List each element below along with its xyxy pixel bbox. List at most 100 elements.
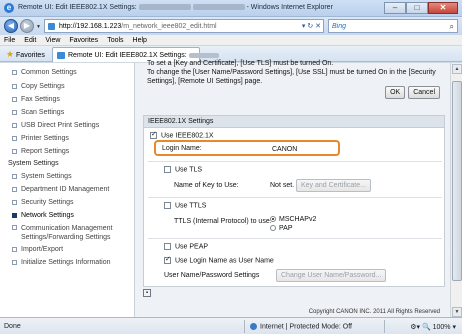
key-certificate-button[interactable]: Key and Certificate... [296,179,371,192]
refresh-stop-icons[interactable]: ▾ ↻ ✕ [302,22,321,30]
globe-icon [250,323,257,330]
menu-help[interactable]: Help [133,35,147,45]
sidebar-item-label: Printer Settings [21,135,69,142]
sidebar-item-label: Network Settings [21,212,74,219]
dialog-buttons: OK Cancel [385,86,440,99]
sidebar-item-common-settings[interactable]: Common Settings [12,69,77,76]
scroll-down-icon[interactable]: ▼ [452,307,462,317]
cancel-button[interactable]: Cancel [408,86,440,99]
bullet-icon [12,96,17,102]
url-field[interactable]: http://192.168.1.223/m_network_ieee802_e… [44,19,324,33]
search-placeholder: Bing [332,23,347,30]
scroll-thumb[interactable] [452,81,462,281]
bullet-icon [12,83,17,89]
nav-dropdown-icon[interactable]: ▼ [36,24,41,30]
tab-label: Remote UI: Edit IEEE802.1X Settings: [68,52,219,59]
status-bar: Done Internet | Protected Mode: Off ⚙▾ 🔍… [0,317,462,334]
sidebar-item-label: Common Settings [21,69,77,76]
ok-button[interactable]: OK [385,86,406,99]
sidebar-item-initialize-settings[interactable]: Initialize Settings Information [12,259,111,266]
sidebar-item-label: Communication Management [21,225,113,232]
title-bar: e Remote UI: Edit IEEE802.1X Settings: -… [0,0,462,17]
sidebar-item-scan-settings[interactable]: Scan Settings [12,109,64,116]
bullet-icon [12,259,17,265]
use-ttls-checkbox[interactable] [164,202,171,209]
use-ttls-row: Use TTLS [164,202,206,209]
sidebar-item-printer-settings[interactable]: Printer Settings [12,135,69,142]
window-controls: – □ ✕ [384,2,458,14]
use-tls-checkbox[interactable] [164,166,171,173]
forward-button[interactable]: ▶ [20,19,34,33]
vertical-scrollbar[interactable]: ▲ ▼ [450,63,462,318]
sidebar-item-usb-direct-print[interactable]: USB Direct Print Settings [12,122,99,129]
mschapv2-option[interactable]: MSCHAPv2 [270,216,316,223]
change-user-pass-button[interactable]: Change User Name/Password... [276,269,387,282]
menu-file[interactable]: File [4,35,15,45]
bullet-icon [12,199,17,205]
sidebar-item-security-settings[interactable]: Security Settings [12,199,74,206]
bullet-icon [12,186,17,192]
sidebar-item-department-id[interactable]: Department ID Management [12,186,109,193]
login-name-label: Login Name: [162,145,202,152]
menu-bar: File Edit View Favorites Tools Help [0,35,462,46]
page-top-icon[interactable]: ▪ [143,289,151,297]
menu-tools[interactable]: Tools [107,35,123,45]
section-header: IEEE802.1X Settings [144,116,444,128]
sidebar-item-fax-settings[interactable]: Fax Settings [12,96,60,103]
info-message: To set a [Key and Certificate], [Use TLS… [147,60,445,86]
info-line-1: To set a [Key and Certificate], [Use TLS… [147,60,334,67]
mschapv2-radio[interactable] [270,216,276,223]
window-title: Remote UI: Edit IEEE802.1X Settings: - W… [18,4,333,11]
info-line-2: To change the [User Name/Password Settin… [147,69,436,76]
menu-edit[interactable]: Edit [24,35,36,45]
use-ttls-label: Use TTLS [175,202,207,210]
search-input[interactable]: Bing ⌕ [328,19,458,33]
use-login-as-user-checkbox[interactable] [164,255,171,264]
user-pass-label: User Name/Password Settings [164,272,260,279]
sidebar-item-network-settings[interactable]: Network Settings [12,212,74,219]
sidebar-item-system-settings[interactable]: System Settings [12,173,72,180]
close-button[interactable]: ✕ [428,2,458,14]
sidebar-item-communication-management[interactable]: Communication Management Settings/Forward… [12,224,112,242]
window-title-suffix: - Windows Internet Explorer [246,4,333,11]
favorites-button[interactable]: ★ Favorites [6,49,45,60]
page-content: Common Settings Copy Settings Fax Settin… [0,60,462,318]
bullet-icon [12,122,17,128]
sidebar-item-label: Copy Settings [21,83,65,90]
sidebar-item-report-settings[interactable]: Report Settings [12,148,69,155]
menu-favorites[interactable]: Favorites [69,35,98,45]
menu-view[interactable]: View [45,35,60,45]
bullet-icon [12,135,17,141]
address-bar: ◀ ▶ ▼ http://192.168.1.223/m_network_iee… [0,17,462,35]
security-zone[interactable]: Internet | Protected Mode: Off [250,323,352,330]
url-path: /m_network_ieee802_edit.html [121,23,217,30]
pap-radio[interactable] [270,225,276,232]
zoom-control[interactable]: ⚙▾ 🔍 100% ▾ [410,323,456,331]
bullet-icon [12,109,17,115]
use-tls-row: Use TLS [164,166,202,173]
sidebar-item-label: Department ID Management [21,186,110,193]
login-name-input[interactable]: CANON [272,145,336,155]
sidebar-item-label: Initialize Settings Information [21,259,111,266]
minimize-button[interactable]: – [384,2,406,14]
url-text: http://192.168.1.223/m_network_ieee802_e… [59,23,217,30]
bullet-icon [12,224,17,230]
sidebar-item-label: Security Settings [21,199,74,206]
favorites-label: Favorites [16,52,45,59]
bullet-icon [12,246,17,252]
sidebar-item-label: Report Settings [21,148,70,155]
use-peap-checkbox[interactable] [164,243,171,250]
bullet-icon [12,148,17,154]
use-ieee-checkbox[interactable] [150,130,157,139]
key-name-label: Name of Key to Use: [174,182,239,189]
pap-option[interactable]: PAP [270,225,293,232]
sidebar-item-copy-settings[interactable]: Copy Settings [12,83,65,90]
scroll-up-icon[interactable]: ▲ [452,64,462,74]
maximize-button[interactable]: □ [406,2,428,14]
copyright-text: Copyright CANON INC. 2011 All Rights Res… [308,309,440,315]
redacted-text [188,52,219,58]
back-button[interactable]: ◀ [4,19,18,33]
search-icon[interactable]: ⌕ [450,22,454,32]
sidebar-item-label: USB Direct Print Settings [21,122,100,129]
sidebar-item-import-export[interactable]: Import/Export [12,246,63,253]
